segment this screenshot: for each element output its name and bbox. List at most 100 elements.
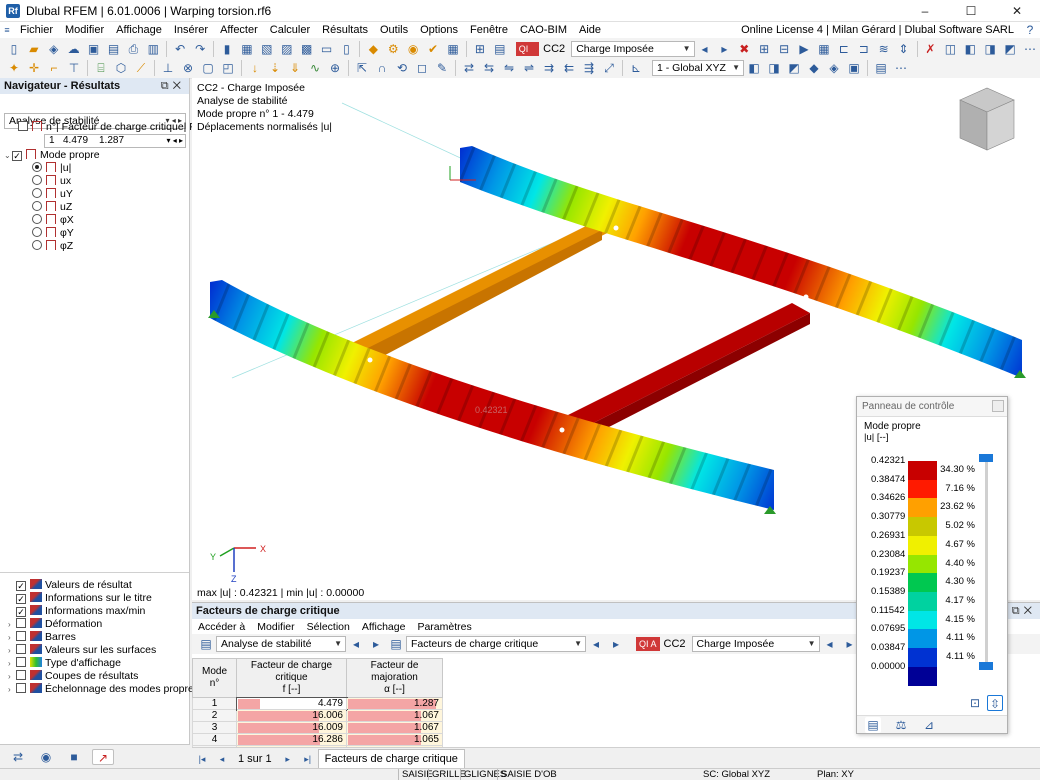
view-x-icon[interactable]: ◧	[746, 60, 762, 76]
menu-resultats[interactable]: Résultats	[316, 22, 374, 38]
panel-controls-icon[interactable]: ⧉✕	[161, 78, 185, 94]
view-y-icon[interactable]: ◨	[766, 60, 782, 76]
results-table-select[interactable]: Facteurs de charge critique ▼	[406, 636, 586, 652]
app-menu-icon[interactable]: ≡	[2, 22, 12, 38]
arrows2-icon[interactable]: ⇆	[481, 60, 497, 76]
factor-checkbox[interactable]	[18, 121, 28, 131]
nav-item-surfaces[interactable]: › Valeurs sur les surfaces	[8, 644, 156, 657]
model-icon[interactable]: ◆	[365, 41, 381, 57]
radio-u[interactable]	[32, 162, 42, 172]
legend-scale-icon[interactable]: ⇳	[987, 695, 1003, 711]
legend-settings-icon[interactable]: ⊡	[967, 695, 983, 711]
mode-checkbox[interactable]: ✓	[12, 151, 22, 161]
results-menu-acceder[interactable]: Accéder à	[192, 619, 251, 635]
table-icon[interactable]: ▦	[445, 41, 461, 57]
cell-factor[interactable]: 16.286	[236, 733, 347, 746]
prev-page-icon[interactable]: ◂	[214, 751, 230, 767]
isolines-icon[interactable]: ≋	[876, 41, 892, 57]
print-icon[interactable]: ⎙	[125, 41, 141, 57]
hinge-icon[interactable]: ⊗	[180, 60, 196, 76]
checkbox-deformation[interactable]	[16, 618, 26, 628]
nav-item-echelonnage[interactable]: › Échelonnage des modes propres	[8, 683, 199, 696]
new-file-icon[interactable]: ▯	[6, 41, 22, 57]
mode-selector[interactable]: 1 4.479 1.287 ▾ ◂ ▸	[44, 134, 186, 148]
support-icon[interactable]: ⊥	[160, 60, 176, 76]
arrows4-icon[interactable]: ⇌	[521, 60, 537, 76]
load-icon[interactable]: ↓	[247, 60, 263, 76]
tab-colors-icon[interactable]: ▤	[865, 717, 881, 733]
nav-tab-results-icon[interactable]: ↗	[92, 749, 114, 765]
next-icon[interactable]: ▸	[608, 636, 624, 652]
radio-phiz[interactable]	[32, 240, 42, 250]
checkbox-barres[interactable]	[16, 631, 26, 641]
minimize-button[interactable]: –	[902, 0, 948, 22]
checkbox-valeurs[interactable]: ✓	[16, 581, 26, 591]
results-lc-select[interactable]: Charge Imposée ▼	[691, 636, 820, 652]
box-icon[interactable]: ◻	[414, 60, 430, 76]
chevron-right-icon[interactable]: ›	[8, 618, 16, 631]
next-icon[interactable]: ▸	[368, 636, 384, 652]
menu-cao-bim[interactable]: CAO-BIM	[514, 22, 573, 38]
results-icon[interactable]: ◉	[405, 41, 421, 57]
prev-icon[interactable]: ◂	[588, 636, 604, 652]
cell-alpha[interactable]: 1.065	[346, 733, 443, 746]
nav-tab-views-icon[interactable]: ■	[66, 749, 82, 765]
lc-list-icon[interactable]: ▤	[492, 41, 508, 57]
coord-system-select[interactable]: 1 - Global XYZ ▼	[652, 59, 744, 76]
chevron-right-icon[interactable]: ›	[8, 644, 16, 657]
view-3-icon[interactable]: ▧	[259, 41, 275, 57]
display-icon[interactable]: ▣	[846, 60, 862, 76]
coord-icon[interactable]: ⊾	[628, 60, 644, 76]
arrows3-icon[interactable]: ⇋	[501, 60, 517, 76]
checkbox-coupes[interactable]	[16, 670, 26, 680]
chevron-down-icon[interactable]: ⌄	[4, 149, 12, 162]
deformation-icon[interactable]: ⊟	[776, 41, 792, 57]
arrows8-icon[interactable]: ⤢	[601, 60, 617, 76]
delete-icon[interactable]: ✗	[923, 41, 939, 57]
cube4-icon[interactable]: ◩	[1002, 41, 1018, 57]
section-icon[interactable]: ⊏	[836, 41, 852, 57]
first-page-icon[interactable]: |◂	[194, 751, 210, 767]
chevron-right-icon[interactable]: ›	[8, 657, 16, 670]
line-icon[interactable]: ⟋	[133, 60, 149, 76]
arrows7-icon[interactable]: ⇶	[581, 60, 597, 76]
chevron-right-icon[interactable]: ›	[8, 631, 16, 644]
results-off-icon[interactable]: ✖	[736, 41, 752, 57]
results-menu-affichage[interactable]: Affichage	[356, 619, 412, 635]
mode-option-uz[interactable]: uZ	[32, 201, 72, 214]
last-page-icon[interactable]: ▸|	[300, 751, 316, 767]
cell-factor[interactable]: 4.479	[235, 696, 348, 711]
cube1-icon[interactable]: ◫	[942, 41, 958, 57]
imperfection-icon[interactable]: ∿	[307, 60, 323, 76]
nav-item-coupes[interactable]: › Coupes de résultats	[8, 670, 138, 683]
mode-option-u[interactable]: |u|	[32, 162, 71, 175]
next-icon[interactable]: ▸	[716, 41, 732, 57]
values-icon[interactable]: ▦	[816, 41, 832, 57]
mode-propre-row[interactable]: ⌄ ✓ Mode propre	[4, 149, 100, 162]
display-mode-icon[interactable]: ▤	[873, 60, 889, 76]
mode-option-uy[interactable]: uY	[32, 188, 73, 201]
mode-option-phiy[interactable]: φY	[32, 227, 74, 240]
radio-phiy[interactable]	[32, 227, 42, 237]
table-row[interactable]: 4 16.286 1.065	[192, 733, 443, 746]
view-2-icon[interactable]: ▦	[239, 41, 255, 57]
menu-options[interactable]: Options	[414, 22, 464, 38]
radio-ux[interactable]	[32, 175, 42, 185]
radio-phix[interactable]	[32, 214, 42, 224]
animation-icon[interactable]: ▶	[796, 41, 812, 57]
calc-icon[interactable]: ⚙	[385, 41, 401, 57]
menu-aide[interactable]: Aide	[573, 22, 607, 38]
checkbox-echelonnage[interactable]	[16, 683, 26, 693]
legend-slider-bottom-handle[interactable]	[979, 662, 993, 670]
mode-option-phix[interactable]: φX	[32, 214, 74, 227]
arrows1-icon[interactable]: ⇄	[461, 60, 477, 76]
chevron-right-icon[interactable]: ›	[8, 683, 16, 696]
menu-affichage[interactable]: Affichage	[110, 22, 168, 38]
dimension-icon[interactable]: ⌐	[46, 60, 62, 76]
redo-icon[interactable]: ↷	[192, 41, 208, 57]
close-button[interactable]: ✕	[994, 0, 1040, 22]
cube3-icon[interactable]: ◨	[982, 41, 998, 57]
legend-slider-top-handle[interactable]	[979, 454, 993, 462]
save-icon[interactable]: ▣	[86, 41, 102, 57]
node-icon[interactable]: ⬡	[113, 60, 129, 76]
